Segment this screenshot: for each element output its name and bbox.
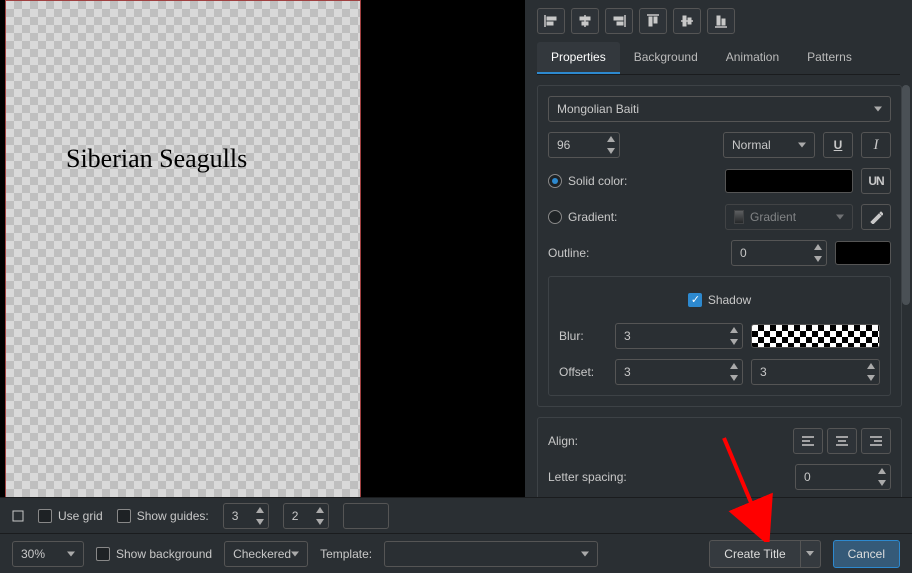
create-title-button[interactable]: Create Title xyxy=(709,540,800,568)
letter-spacing-spinner[interactable]: 0 xyxy=(795,464,891,490)
bottom-bar-options: Use grid Show guides: 3 2 xyxy=(0,497,912,533)
show-background-checkbox[interactable]: Show background xyxy=(96,547,212,561)
background-style-select[interactable]: Checkered xyxy=(224,541,308,567)
offset-label: Offset: xyxy=(559,365,607,379)
font-weight-select[interactable]: Normal xyxy=(723,132,815,158)
tab-properties[interactable]: Properties xyxy=(537,42,620,74)
use-grid-input[interactable] xyxy=(38,509,52,523)
offset-y-spinner[interactable]: 3 xyxy=(751,359,880,385)
shadow-label: Shadow xyxy=(708,293,751,307)
gradient-radio[interactable]: Gradient: xyxy=(548,210,617,224)
create-title-dropdown[interactable] xyxy=(801,540,821,568)
gradient-radio-input[interactable] xyxy=(548,210,562,224)
blur-value: 3 xyxy=(624,329,631,343)
shadow-checkbox[interactable]: Shadow xyxy=(688,293,751,307)
align-left-icon[interactable] xyxy=(537,8,565,34)
gradient-select[interactable]: Gradient xyxy=(725,204,853,230)
align-right-icon[interactable] xyxy=(605,8,633,34)
align-center-v-icon[interactable] xyxy=(673,8,701,34)
unicolor-button[interactable]: UN xyxy=(861,168,891,194)
shadow-check-input[interactable] xyxy=(688,293,702,307)
italic-button[interactable]: I xyxy=(861,132,891,158)
bottom-bar-actions: 30% Show background Checkered Template: … xyxy=(0,533,912,573)
shadow-section: Shadow Blur: 3 Offset: xyxy=(548,276,891,396)
show-guides-input[interactable] xyxy=(117,509,131,523)
letter-spacing-label: Letter spacing: xyxy=(548,470,658,484)
alignment-strip xyxy=(525,0,912,42)
font-family-select[interactable]: Mongolian Baiti xyxy=(548,96,891,122)
solid-color-radio-input[interactable] xyxy=(548,174,562,188)
preview-canvas[interactable]: Siberian Seagulls xyxy=(5,0,361,497)
transparency-checker xyxy=(6,1,360,497)
scroll-thumb[interactable] xyxy=(902,85,910,305)
offset-y-value: 3 xyxy=(760,365,767,379)
properties-panel: Properties Background Animation Patterns… xyxy=(524,0,912,497)
align-bottom-icon[interactable] xyxy=(707,8,735,34)
paragraph-section: Align: Letter spacing: 0 xyxy=(537,417,902,497)
letter-spacing-value: 0 xyxy=(804,470,811,484)
blur-label: Blur: xyxy=(559,329,607,343)
align-label: Align: xyxy=(548,434,658,448)
tab-animation[interactable]: Animation xyxy=(712,42,793,74)
solid-color-label: Solid color: xyxy=(568,174,627,188)
tab-background[interactable]: Background xyxy=(620,42,712,74)
blur-spinner[interactable]: 3 xyxy=(615,323,743,349)
shadow-color-swatch[interactable] xyxy=(751,324,880,348)
show-background-input[interactable] xyxy=(96,547,110,561)
outline-label: Outline: xyxy=(548,246,616,260)
underline-button[interactable]: U xyxy=(823,132,853,158)
guides-color-swatch[interactable] xyxy=(343,503,389,529)
create-title-split-button: Create Title xyxy=(709,540,820,568)
template-select[interactable] xyxy=(384,541,598,567)
align-top-icon[interactable] xyxy=(639,8,667,34)
tab-patterns[interactable]: Patterns xyxy=(793,42,866,74)
preview-title-text[interactable]: Siberian Seagulls xyxy=(66,144,247,174)
scrollbar[interactable] xyxy=(902,85,910,497)
show-guides-checkbox[interactable]: Show guides: xyxy=(117,509,209,523)
solid-color-swatch[interactable] xyxy=(725,169,853,193)
outline-size-spinner[interactable]: 0 xyxy=(731,240,827,266)
text-align-left-icon[interactable] xyxy=(793,428,823,454)
gradient-edit-button[interactable] xyxy=(861,204,891,230)
text-align-center-icon[interactable] xyxy=(827,428,857,454)
tab-bar: Properties Background Animation Patterns xyxy=(537,42,900,75)
outline-value: 0 xyxy=(740,246,747,260)
solid-color-radio[interactable]: Solid color: xyxy=(548,174,627,188)
offset-x-value: 3 xyxy=(624,365,631,379)
font-size-spinner[interactable]: 96 xyxy=(548,132,620,158)
guides-x-spinner[interactable]: 3 xyxy=(223,503,269,529)
font-section: Mongolian Baiti 96 Normal U I xyxy=(537,85,902,407)
outline-color-swatch[interactable] xyxy=(835,241,891,265)
offset-x-spinner[interactable]: 3 xyxy=(615,359,743,385)
template-label: Template: xyxy=(320,547,372,561)
tool-icon[interactable] xyxy=(12,510,24,522)
cancel-button[interactable]: Cancel xyxy=(833,540,900,568)
guides-y-spinner[interactable]: 2 xyxy=(283,503,329,529)
gradient-label: Gradient: xyxy=(568,210,617,224)
align-center-h-icon[interactable] xyxy=(571,8,599,34)
zoom-select[interactable]: 30% xyxy=(12,541,84,567)
preview-pane: Siberian Seagulls xyxy=(0,0,524,497)
text-align-right-icon[interactable] xyxy=(861,428,891,454)
use-grid-checkbox[interactable]: Use grid xyxy=(38,509,103,523)
font-size-value: 96 xyxy=(557,138,570,152)
